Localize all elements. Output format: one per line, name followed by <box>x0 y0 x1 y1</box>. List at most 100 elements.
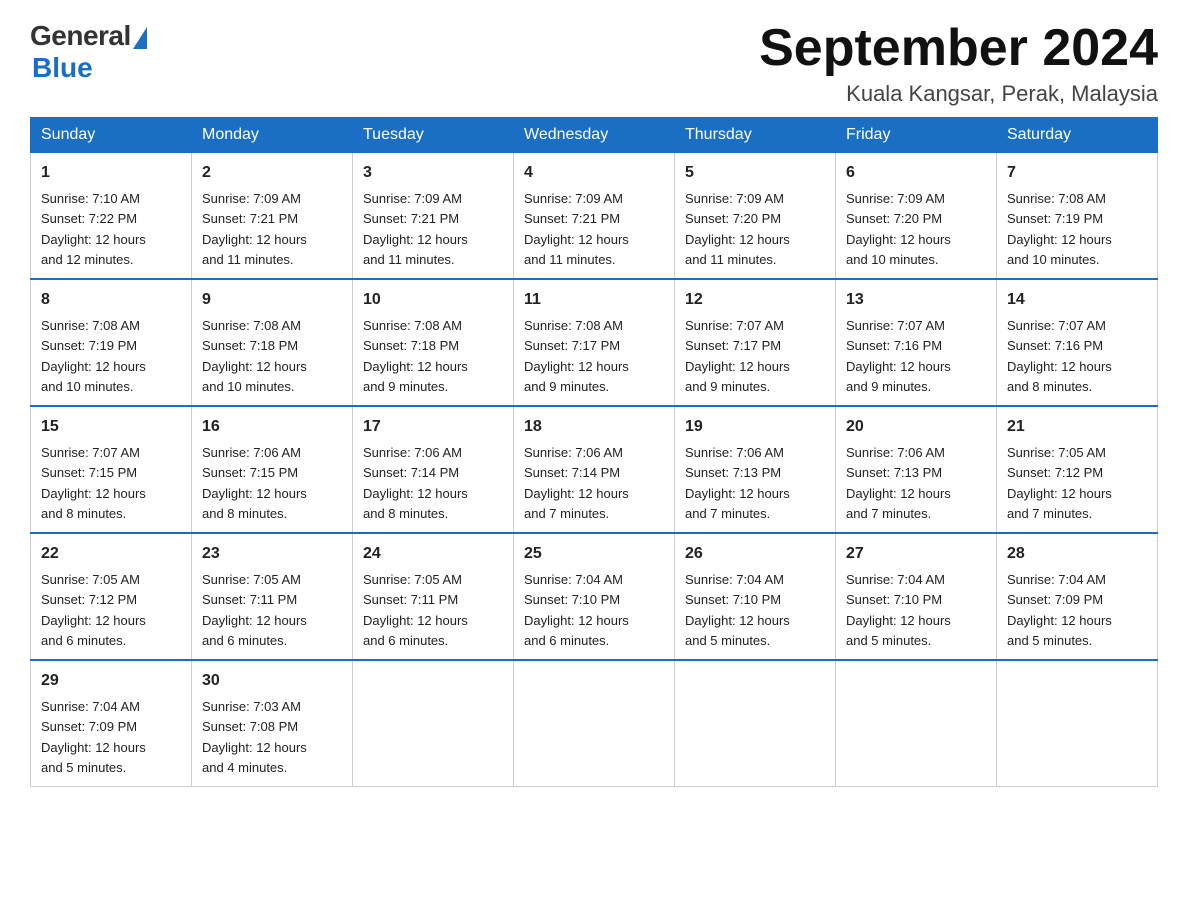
day-number: 24 <box>363 542 503 566</box>
calendar-header-row: Sunday Monday Tuesday Wednesday Thursday… <box>31 118 1158 153</box>
table-row: 12 Sunrise: 7:07 AMSunset: 7:17 PMDaylig… <box>675 279 836 406</box>
day-number: 16 <box>202 415 342 439</box>
day-number: 17 <box>363 415 503 439</box>
day-number: 12 <box>685 288 825 312</box>
day-info: Sunrise: 7:08 AMSunset: 7:19 PMDaylight:… <box>41 318 146 394</box>
logo: General Blue <box>30 20 147 84</box>
day-info: Sunrise: 7:10 AMSunset: 7:22 PMDaylight:… <box>41 191 146 267</box>
table-row: 26 Sunrise: 7:04 AMSunset: 7:10 PMDaylig… <box>675 533 836 660</box>
table-row <box>514 660 675 787</box>
table-row: 4 Sunrise: 7:09 AMSunset: 7:21 PMDayligh… <box>514 153 675 280</box>
day-number: 26 <box>685 542 825 566</box>
day-number: 5 <box>685 161 825 185</box>
day-info: Sunrise: 7:04 AMSunset: 7:10 PMDaylight:… <box>685 572 790 648</box>
day-number: 23 <box>202 542 342 566</box>
day-info: Sunrise: 7:06 AMSunset: 7:13 PMDaylight:… <box>685 445 790 521</box>
table-row: 5 Sunrise: 7:09 AMSunset: 7:20 PMDayligh… <box>675 153 836 280</box>
day-number: 6 <box>846 161 986 185</box>
calendar-week-row: 22 Sunrise: 7:05 AMSunset: 7:12 PMDaylig… <box>31 533 1158 660</box>
table-row: 14 Sunrise: 7:07 AMSunset: 7:16 PMDaylig… <box>997 279 1158 406</box>
day-number: 19 <box>685 415 825 439</box>
day-info: Sunrise: 7:08 AMSunset: 7:19 PMDaylight:… <box>1007 191 1112 267</box>
day-number: 14 <box>1007 288 1147 312</box>
day-info: Sunrise: 7:07 AMSunset: 7:15 PMDaylight:… <box>41 445 146 521</box>
table-row: 10 Sunrise: 7:08 AMSunset: 7:18 PMDaylig… <box>353 279 514 406</box>
day-number: 3 <box>363 161 503 185</box>
day-info: Sunrise: 7:06 AMSunset: 7:14 PMDaylight:… <box>524 445 629 521</box>
table-row <box>997 660 1158 787</box>
table-row: 29 Sunrise: 7:04 AMSunset: 7:09 PMDaylig… <box>31 660 192 787</box>
calendar-week-row: 8 Sunrise: 7:08 AMSunset: 7:19 PMDayligh… <box>31 279 1158 406</box>
page-header: General Blue September 2024 Kuala Kangsa… <box>30 20 1158 107</box>
header-friday: Friday <box>836 118 997 153</box>
calendar-subtitle: Kuala Kangsar, Perak, Malaysia <box>759 81 1158 107</box>
table-row: 22 Sunrise: 7:05 AMSunset: 7:12 PMDaylig… <box>31 533 192 660</box>
day-info: Sunrise: 7:06 AMSunset: 7:13 PMDaylight:… <box>846 445 951 521</box>
table-row: 7 Sunrise: 7:08 AMSunset: 7:19 PMDayligh… <box>997 153 1158 280</box>
day-info: Sunrise: 7:05 AMSunset: 7:12 PMDaylight:… <box>41 572 146 648</box>
table-row <box>836 660 997 787</box>
table-row: 9 Sunrise: 7:08 AMSunset: 7:18 PMDayligh… <box>192 279 353 406</box>
logo-general-text: General <box>30 20 131 52</box>
header-saturday: Saturday <box>997 118 1158 153</box>
day-info: Sunrise: 7:08 AMSunset: 7:17 PMDaylight:… <box>524 318 629 394</box>
header-sunday: Sunday <box>31 118 192 153</box>
day-info: Sunrise: 7:08 AMSunset: 7:18 PMDaylight:… <box>363 318 468 394</box>
day-number: 20 <box>846 415 986 439</box>
table-row <box>675 660 836 787</box>
day-info: Sunrise: 7:06 AMSunset: 7:15 PMDaylight:… <box>202 445 307 521</box>
day-info: Sunrise: 7:06 AMSunset: 7:14 PMDaylight:… <box>363 445 468 521</box>
day-info: Sunrise: 7:05 AMSunset: 7:11 PMDaylight:… <box>202 572 307 648</box>
table-row <box>353 660 514 787</box>
table-row: 1 Sunrise: 7:10 AMSunset: 7:22 PMDayligh… <box>31 153 192 280</box>
table-row: 27 Sunrise: 7:04 AMSunset: 7:10 PMDaylig… <box>836 533 997 660</box>
table-row: 23 Sunrise: 7:05 AMSunset: 7:11 PMDaylig… <box>192 533 353 660</box>
table-row: 13 Sunrise: 7:07 AMSunset: 7:16 PMDaylig… <box>836 279 997 406</box>
day-info: Sunrise: 7:07 AMSunset: 7:16 PMDaylight:… <box>1007 318 1112 394</box>
day-number: 27 <box>846 542 986 566</box>
table-row: 8 Sunrise: 7:08 AMSunset: 7:19 PMDayligh… <box>31 279 192 406</box>
day-info: Sunrise: 7:04 AMSunset: 7:10 PMDaylight:… <box>846 572 951 648</box>
table-row: 6 Sunrise: 7:09 AMSunset: 7:20 PMDayligh… <box>836 153 997 280</box>
day-number: 15 <box>41 415 181 439</box>
day-number: 25 <box>524 542 664 566</box>
table-row: 24 Sunrise: 7:05 AMSunset: 7:11 PMDaylig… <box>353 533 514 660</box>
day-info: Sunrise: 7:09 AMSunset: 7:20 PMDaylight:… <box>685 191 790 267</box>
day-info: Sunrise: 7:09 AMSunset: 7:21 PMDaylight:… <box>524 191 629 267</box>
logo-triangle-icon <box>133 27 147 49</box>
day-number: 1 <box>41 161 181 185</box>
table-row: 15 Sunrise: 7:07 AMSunset: 7:15 PMDaylig… <box>31 406 192 533</box>
day-info: Sunrise: 7:07 AMSunset: 7:17 PMDaylight:… <box>685 318 790 394</box>
calendar-week-row: 29 Sunrise: 7:04 AMSunset: 7:09 PMDaylig… <box>31 660 1158 787</box>
day-number: 10 <box>363 288 503 312</box>
day-info: Sunrise: 7:04 AMSunset: 7:10 PMDaylight:… <box>524 572 629 648</box>
day-number: 4 <box>524 161 664 185</box>
day-info: Sunrise: 7:04 AMSunset: 7:09 PMDaylight:… <box>41 699 146 775</box>
day-number: 21 <box>1007 415 1147 439</box>
header-tuesday: Tuesday <box>353 118 514 153</box>
calendar-table: Sunday Monday Tuesday Wednesday Thursday… <box>30 117 1158 787</box>
logo-blue-text: Blue <box>32 52 93 84</box>
day-number: 9 <box>202 288 342 312</box>
calendar-week-row: 1 Sunrise: 7:10 AMSunset: 7:22 PMDayligh… <box>31 153 1158 280</box>
header-thursday: Thursday <box>675 118 836 153</box>
day-info: Sunrise: 7:05 AMSunset: 7:11 PMDaylight:… <box>363 572 468 648</box>
day-number: 29 <box>41 669 181 693</box>
day-info: Sunrise: 7:07 AMSunset: 7:16 PMDaylight:… <box>846 318 951 394</box>
day-info: Sunrise: 7:09 AMSunset: 7:21 PMDaylight:… <box>363 191 468 267</box>
table-row: 2 Sunrise: 7:09 AMSunset: 7:21 PMDayligh… <box>192 153 353 280</box>
table-row: 17 Sunrise: 7:06 AMSunset: 7:14 PMDaylig… <box>353 406 514 533</box>
day-number: 30 <box>202 669 342 693</box>
day-number: 28 <box>1007 542 1147 566</box>
day-number: 2 <box>202 161 342 185</box>
day-number: 18 <box>524 415 664 439</box>
header-wednesday: Wednesday <box>514 118 675 153</box>
day-info: Sunrise: 7:09 AMSunset: 7:21 PMDaylight:… <box>202 191 307 267</box>
day-info: Sunrise: 7:05 AMSunset: 7:12 PMDaylight:… <box>1007 445 1112 521</box>
header-monday: Monday <box>192 118 353 153</box>
table-row: 30 Sunrise: 7:03 AMSunset: 7:08 PMDaylig… <box>192 660 353 787</box>
table-row: 3 Sunrise: 7:09 AMSunset: 7:21 PMDayligh… <box>353 153 514 280</box>
table-row: 20 Sunrise: 7:06 AMSunset: 7:13 PMDaylig… <box>836 406 997 533</box>
calendar-title: September 2024 <box>759 20 1158 77</box>
day-info: Sunrise: 7:03 AMSunset: 7:08 PMDaylight:… <box>202 699 307 775</box>
